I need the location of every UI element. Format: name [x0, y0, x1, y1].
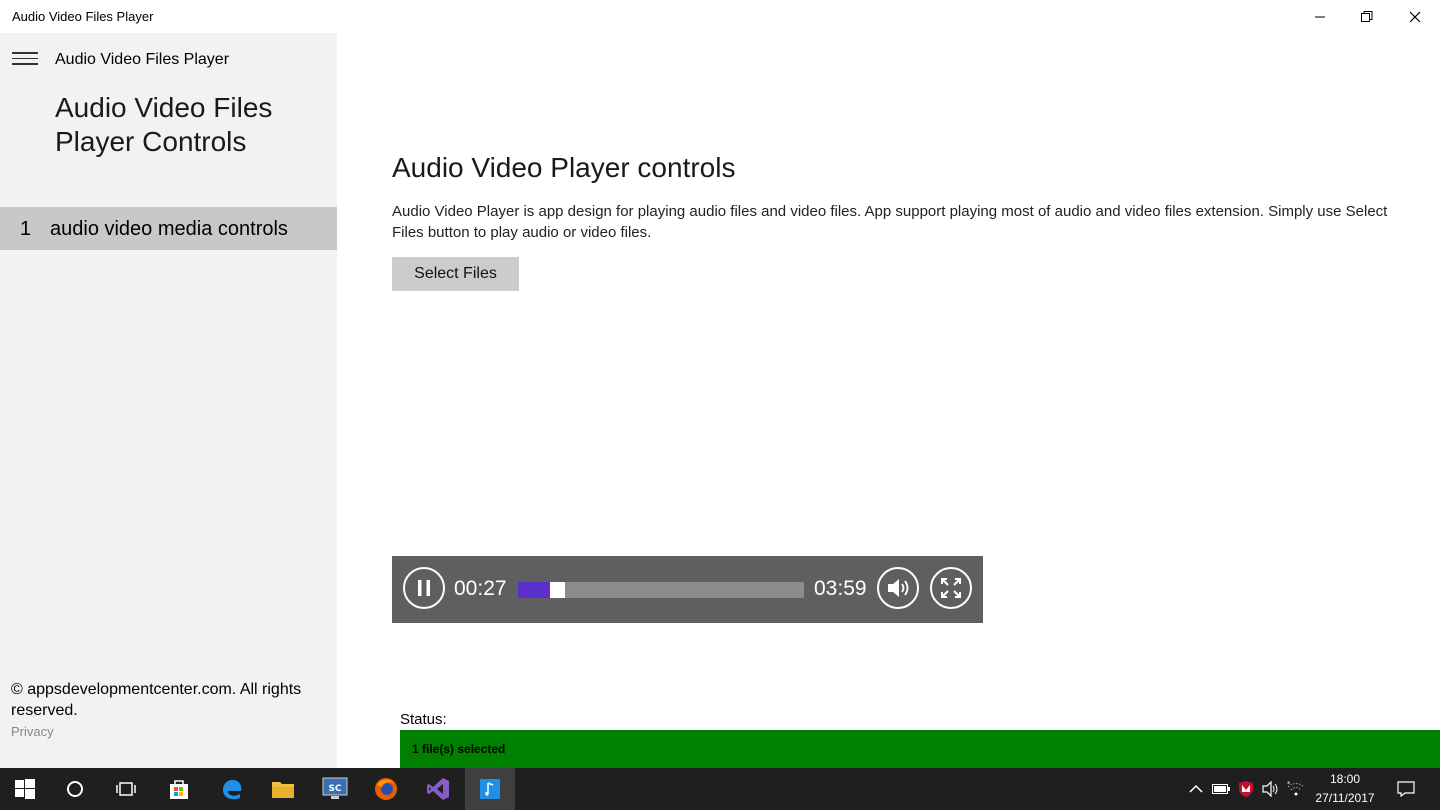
volume-icon [888, 579, 909, 597]
edge-icon [223, 779, 242, 800]
svg-text:SC: SC [328, 784, 341, 794]
minimize-icon [1315, 16, 1325, 17]
start-button[interactable] [0, 768, 50, 810]
page-description: Audio Video Player is app design for pla… [392, 203, 1388, 241]
fullscreen-button[interactable] [930, 567, 972, 609]
task-view-icon [116, 782, 136, 796]
page-title: Audio Video Player controls [392, 152, 736, 183]
restore-icon [1361, 10, 1373, 22]
security-button[interactable] [1234, 768, 1258, 810]
edge-button[interactable] [207, 768, 257, 810]
seek-bar-progress [518, 582, 550, 598]
speaker-button[interactable] [1259, 768, 1283, 810]
store-button[interactable] [154, 768, 204, 810]
media-player-controls: 00:27 03:59 [392, 556, 983, 623]
file-explorer-button[interactable] [258, 768, 308, 810]
show-hidden-icons-button[interactable] [1184, 768, 1208, 810]
screen-capture-button[interactable]: SC [310, 768, 360, 810]
action-center-button[interactable] [1386, 768, 1426, 810]
taskbar: SC * 18:00 27/11/2017 [0, 768, 1440, 810]
privacy-link[interactable]: Privacy [11, 724, 54, 739]
screen-capture-icon: SC [322, 777, 348, 799]
svg-text:*: * [1287, 781, 1291, 788]
seek-bar-thumb[interactable] [550, 582, 565, 598]
security-shield-icon [1239, 781, 1253, 797]
copyright-text: © appsdevelopmentcenter.com. All rights … [11, 681, 302, 719]
wifi-button[interactable]: * [1284, 768, 1308, 810]
chevron-up-icon [1189, 784, 1203, 793]
cortana-button[interactable] [50, 768, 100, 810]
audio-player-app-icon [480, 779, 500, 799]
total-time: 03:59 [814, 577, 867, 600]
seek-bar[interactable] [518, 582, 804, 598]
sidebar-item-label: audio video media controls [50, 218, 288, 240]
fullscreen-icon [941, 578, 961, 598]
firefox-button[interactable] [361, 768, 411, 810]
minimize-button[interactable] [1296, 0, 1344, 33]
battery-icon [1212, 784, 1230, 794]
sidebar-item-media-controls[interactable]: 1 audio video media controls [0, 207, 337, 250]
file-explorer-icon [272, 782, 294, 798]
task-view-button[interactable] [101, 768, 151, 810]
firefox-icon [375, 778, 397, 800]
clock-date[interactable]: 27/11/2017 [1312, 791, 1378, 805]
close-icon [1409, 11, 1421, 22]
restore-button[interactable] [1343, 0, 1391, 33]
current-time: 00:27 [454, 577, 507, 600]
select-files-button[interactable]: Select Files [392, 257, 519, 291]
status-message-bar: 1 file(s) selected [400, 730, 1440, 768]
hamburger-icon[interactable] [12, 52, 38, 66]
wifi-icon: * [1287, 781, 1305, 796]
clock-time[interactable]: 18:00 [1312, 772, 1378, 786]
windows-start-icon [15, 779, 35, 799]
speaker-icon [1262, 781, 1278, 797]
notifications-icon [1397, 781, 1415, 797]
sidebar-app-name: Audio Video Files Player [55, 51, 230, 68]
store-icon [170, 780, 188, 799]
battery-button[interactable] [1209, 768, 1233, 810]
pause-button[interactable] [403, 567, 445, 609]
status-label: Status: [400, 711, 447, 728]
audio-player-taskbar-button[interactable] [465, 768, 515, 810]
volume-button[interactable] [877, 567, 919, 609]
window-title: Audio Video Files Player [12, 9, 154, 24]
visual-studio-icon [427, 778, 449, 800]
status-message: 1 file(s) selected [412, 742, 506, 756]
close-button[interactable] [1391, 0, 1439, 33]
pause-icon [418, 580, 430, 596]
sidebar-item-number: 1 [20, 218, 32, 240]
sidebar-heading: Audio Video Files Player Controls [55, 92, 273, 157]
sidebar: Audio Video Files Player Audio Video Fil… [0, 33, 337, 768]
visual-studio-button[interactable] [413, 768, 463, 810]
title-bar: Audio Video Files Player [0, 0, 1440, 33]
cortana-icon [67, 781, 83, 797]
